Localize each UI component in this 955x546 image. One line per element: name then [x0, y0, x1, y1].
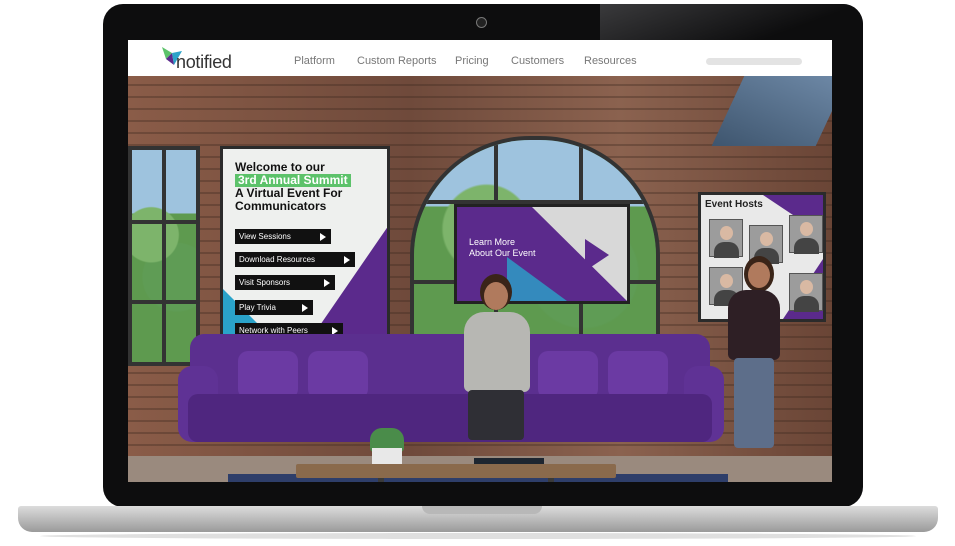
play-arrow-icon: [344, 256, 350, 264]
sofa-cushion: [238, 351, 298, 399]
seated-host: [484, 282, 508, 310]
host-photo[interactable]: [709, 219, 743, 258]
webcam-icon: [476, 17, 487, 28]
host-photo[interactable]: [789, 273, 823, 312]
play-arrow-icon: [320, 233, 326, 241]
logo-text[interactable]: notified: [176, 52, 232, 73]
play-arrow-icon: [302, 304, 308, 312]
nav-item-pricing[interactable]: Pricing: [455, 55, 489, 67]
sofa-cushion: [308, 351, 368, 399]
nav-item-platform[interactable]: Platform: [294, 55, 335, 67]
play-arrow-icon: [324, 279, 330, 287]
top-nav: notified Platform Custom Reports Pricing…: [128, 40, 832, 76]
nav-item-customers[interactable]: Customers: [511, 55, 564, 67]
nav-item-custom-reports[interactable]: Custom Reports: [357, 55, 436, 67]
welcome-title: Welcome to our 3rd Annual Summit A Virtu…: [235, 161, 385, 213]
visit-sponsors-button[interactable]: Visit Sponsors: [235, 275, 335, 290]
virtual-lobby-scene: Welcome to our 3rd Annual Summit A Virtu…: [128, 76, 832, 482]
learn-more-text: Learn More About Our Event: [469, 237, 536, 258]
play-icon[interactable]: [585, 239, 609, 271]
sofa-cushion: [608, 351, 668, 399]
lid-reflection: [600, 4, 863, 44]
left-window: [128, 146, 200, 366]
laptop-shadow: [40, 533, 916, 539]
event-hosts-title: Event Hosts: [705, 199, 763, 210]
host-photo[interactable]: [789, 215, 823, 254]
laptop-notch: [422, 506, 542, 514]
view-sessions-button[interactable]: View Sessions: [235, 229, 331, 244]
nav-item-resources[interactable]: Resources: [584, 55, 637, 67]
download-resources-button[interactable]: Download Resources: [235, 252, 355, 267]
standing-host: [748, 262, 770, 288]
search-bar[interactable]: [706, 58, 802, 65]
coffee-table: [296, 464, 616, 478]
sofa-cushion: [538, 351, 598, 399]
laptop-screen: Welcome to our 3rd Annual Summit A Virtu…: [128, 40, 832, 482]
play-trivia-button[interactable]: Play Trivia: [235, 300, 313, 315]
sofa-seat: [188, 394, 712, 442]
